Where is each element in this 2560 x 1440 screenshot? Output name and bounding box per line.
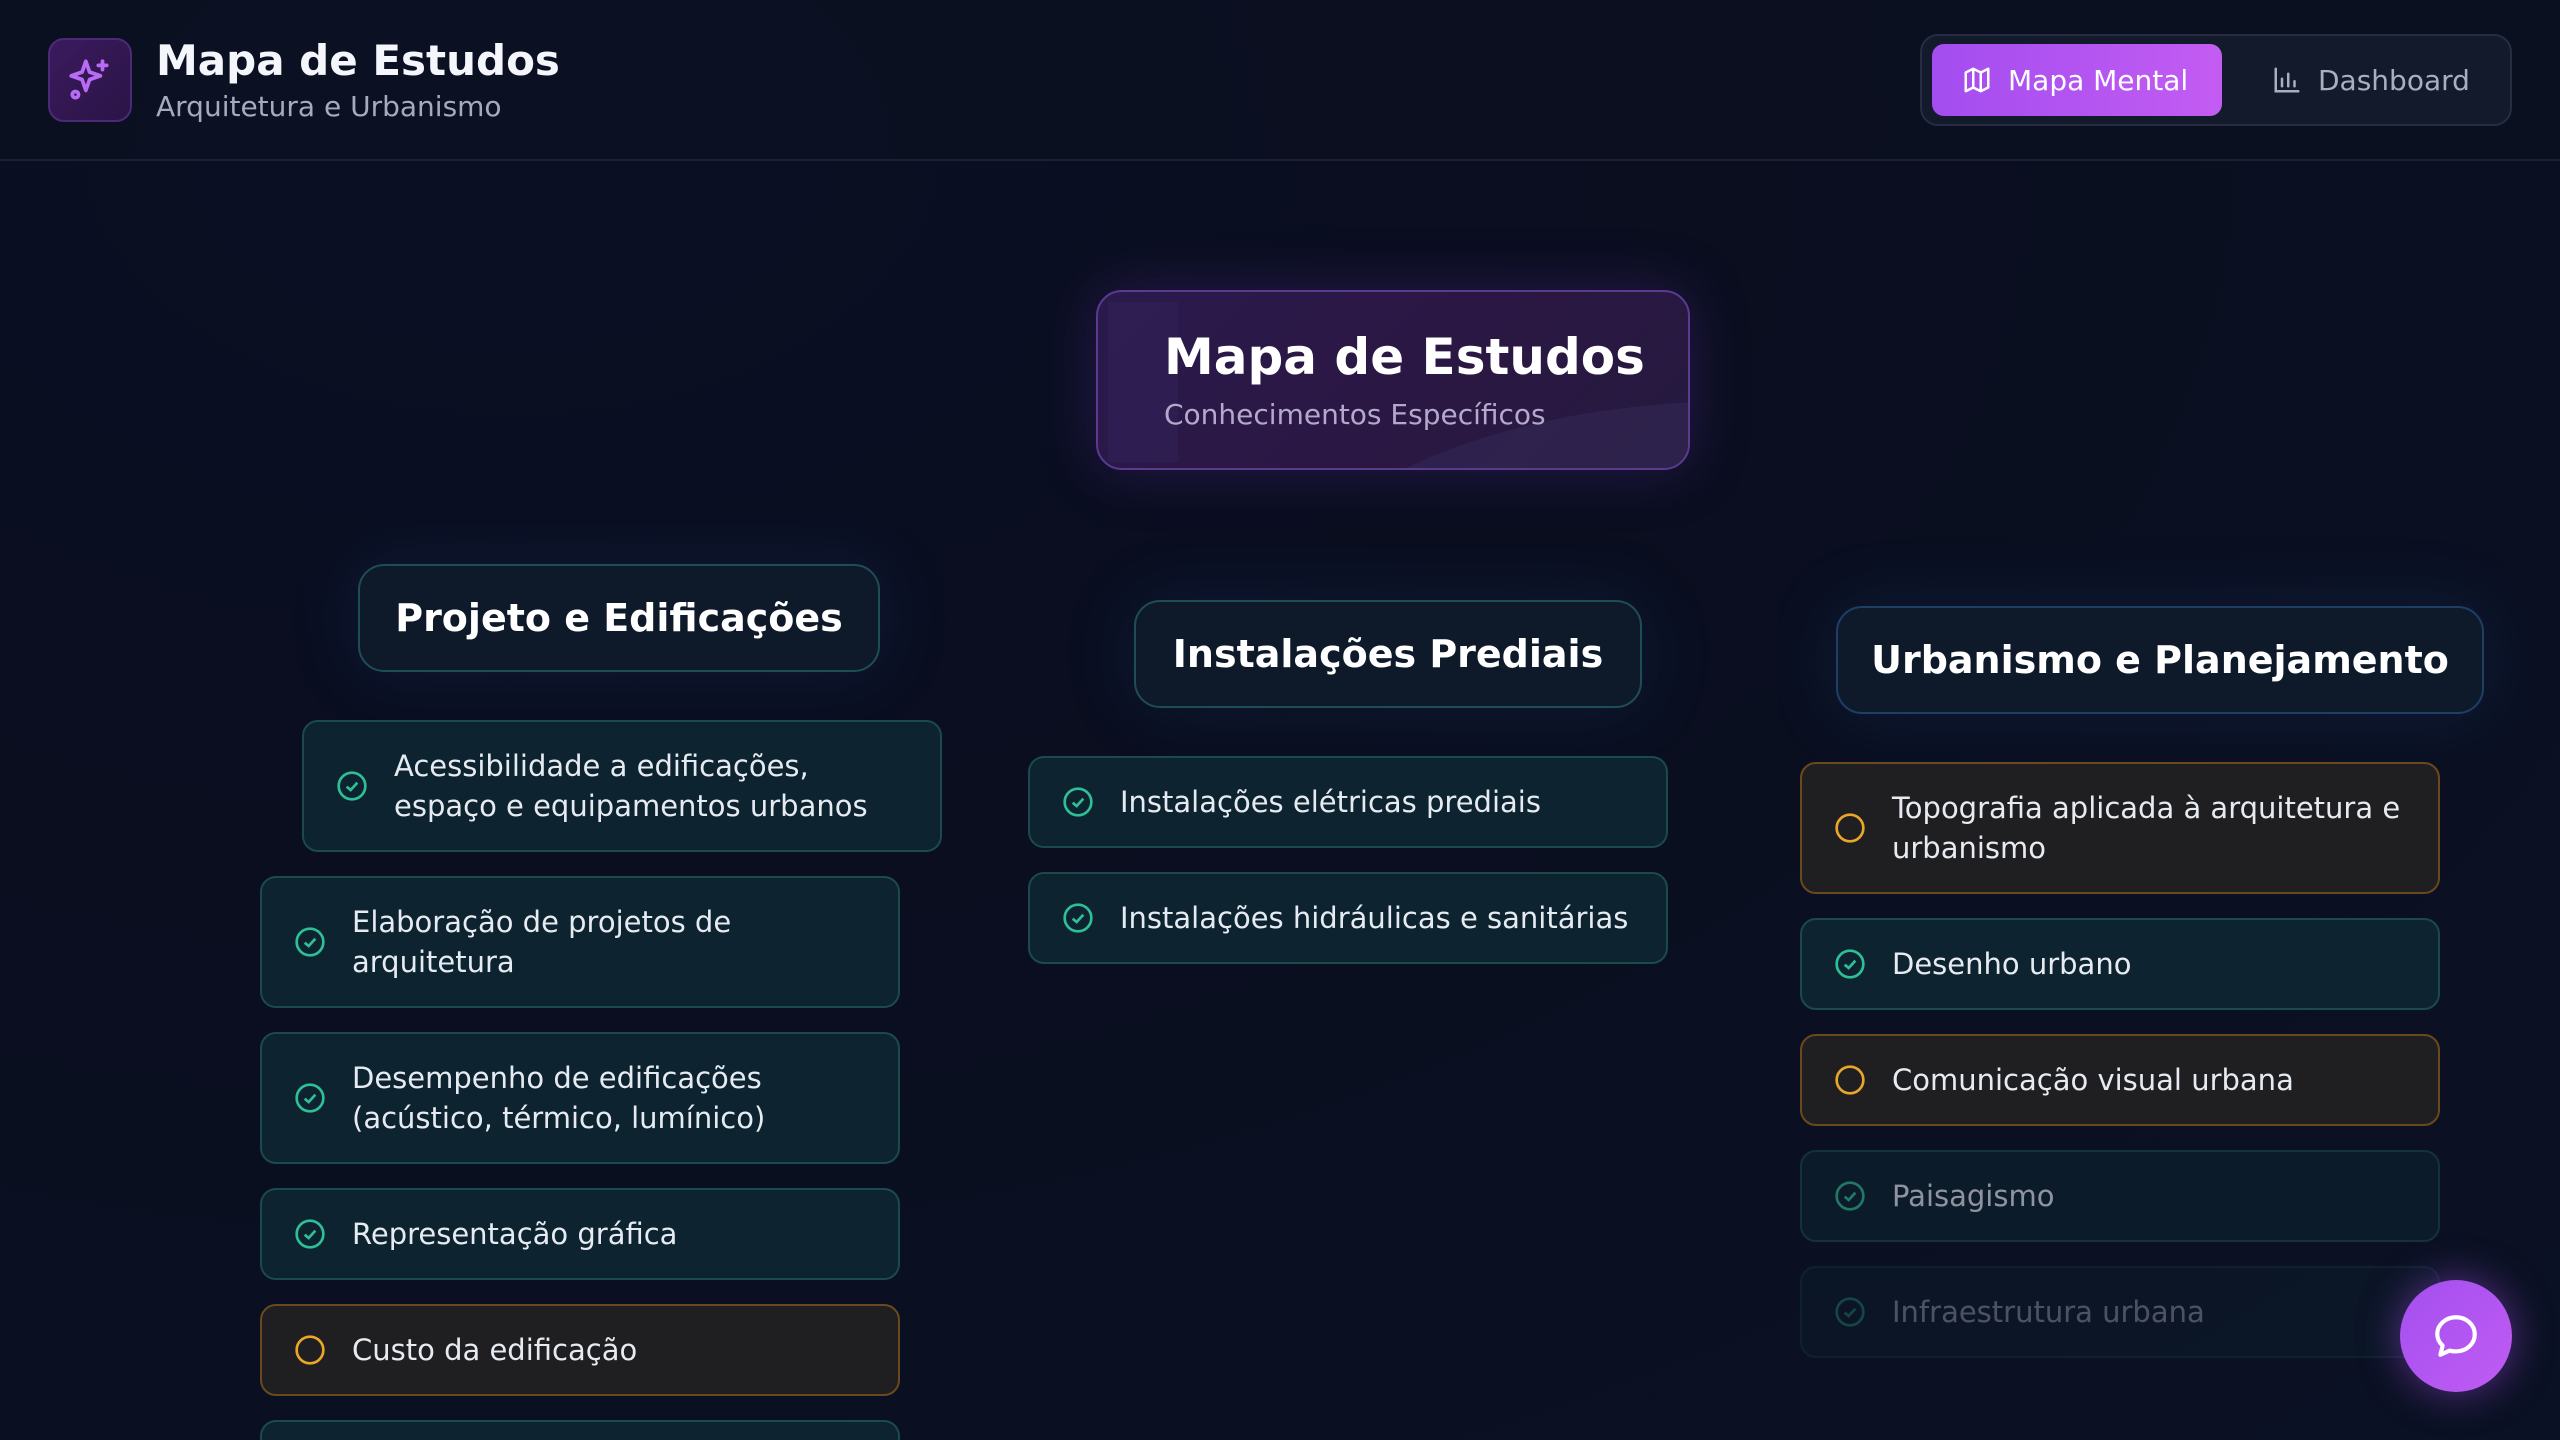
topic-label: Comunicação visual urbana <box>1892 1063 2294 1097</box>
tab-label: Mapa Mental <box>2008 63 2189 97</box>
check-circle-icon <box>1063 903 1093 933</box>
topic-label: Desenho urbano <box>1892 947 2132 981</box>
check-circle-icon <box>1835 1297 1865 1327</box>
check-circle-icon <box>337 771 367 801</box>
chat-bubble-icon <box>2435 1315 2477 1357</box>
root-node[interactable]: Mapa de Estudos Conhecimentos Específico… <box>1096 290 1690 470</box>
topic-card[interactable]: Infraestrutura urbana <box>1800 1266 2440 1358</box>
check-circle-icon <box>1063 787 1093 817</box>
check-circle-icon <box>295 1219 325 1249</box>
topic-card[interactable]: Desempenho de edificações (acústico, tér… <box>260 1032 900 1164</box>
pending-circle-icon <box>1835 813 1865 843</box>
topic-card-partial[interactable] <box>260 1420 900 1440</box>
map-icon <box>1964 67 1990 93</box>
tab-mapa-mental[interactable]: Mapa Mental <box>1932 44 2222 116</box>
topic-label: Topografia aplicada à arquitetura e urba… <box>1892 791 2401 865</box>
topic-card[interactable]: Instalações hidráulicas e sanitárias <box>1028 872 1668 964</box>
topic-label: Paisagismo <box>1892 1179 2055 1213</box>
topic-label: Acessibilidade a edificações, espaço e e… <box>394 749 868 823</box>
branch-projeto-edificacoes[interactable]: Projeto e Edificações <box>358 564 880 672</box>
topic-card[interactable]: Instalações elétricas prediais <box>1028 756 1668 848</box>
topic-label: Representação gráfica <box>352 1217 678 1251</box>
root-subtitle: Conhecimentos Específicos <box>1164 398 1546 431</box>
topic-label: Instalações elétricas prediais <box>1120 785 1541 819</box>
branch-title: Projeto e Edificações <box>395 596 843 640</box>
branch-instalacoes-prediais[interactable]: Instalações Prediais <box>1134 600 1642 708</box>
app-subtitle: Arquitetura e Urbanismo <box>156 90 502 123</box>
topic-label: Elaboração de projetos de arquitetura <box>352 905 732 979</box>
check-circle-icon <box>1835 949 1865 979</box>
branch-title: Urbanismo e Planejamento <box>1871 638 2449 682</box>
check-circle-icon <box>295 1083 325 1113</box>
app-logo <box>48 38 132 122</box>
branch-title: Instalações Prediais <box>1172 632 1604 676</box>
app-title: Mapa de Estudos <box>156 36 560 85</box>
pending-circle-icon <box>1835 1065 1865 1095</box>
check-circle-icon <box>295 927 325 957</box>
pending-circle-icon <box>295 1335 325 1365</box>
topic-label: Custo da edificação <box>352 1333 638 1367</box>
topic-label: Desempenho de edificações (acústico, tér… <box>352 1061 766 1135</box>
topic-label: Instalações hidráulicas e sanitárias <box>1120 901 1629 935</box>
topic-card[interactable]: Desenho urbano <box>1800 918 2440 1010</box>
topic-card[interactable]: Acessibilidade a edificações, espaço e e… <box>302 720 942 852</box>
topic-card[interactable]: Custo da edificação <box>260 1304 900 1396</box>
chat-button[interactable] <box>2400 1280 2512 1392</box>
view-toggle: Mapa Mental Dashboard <box>1920 34 2512 126</box>
branch-urbanismo-planejamento[interactable]: Urbanismo e Planejamento <box>1836 606 2484 714</box>
root-title: Mapa de Estudos <box>1164 328 1645 386</box>
topic-card[interactable]: Elaboração de projetos de arquitetura <box>260 876 900 1008</box>
bar-chart-icon <box>2274 67 2300 93</box>
check-circle-icon <box>1835 1181 1865 1211</box>
sparkles-icon <box>69 59 109 100</box>
topic-label: Infraestrutura urbana <box>1892 1295 2205 1329</box>
topic-card[interactable]: Representação gráfica <box>260 1188 900 1280</box>
tab-label: Dashboard <box>2318 63 2470 97</box>
tab-dashboard[interactable]: Dashboard <box>2242 44 2504 116</box>
app-header: Mapa de Estudos Arquitetura e Urbanismo … <box>0 0 2560 161</box>
topic-card[interactable]: Topografia aplicada à arquitetura e urba… <box>1800 762 2440 894</box>
topic-card[interactable]: Paisagismo <box>1800 1150 2440 1242</box>
topic-card[interactable]: Comunicação visual urbana <box>1800 1034 2440 1126</box>
